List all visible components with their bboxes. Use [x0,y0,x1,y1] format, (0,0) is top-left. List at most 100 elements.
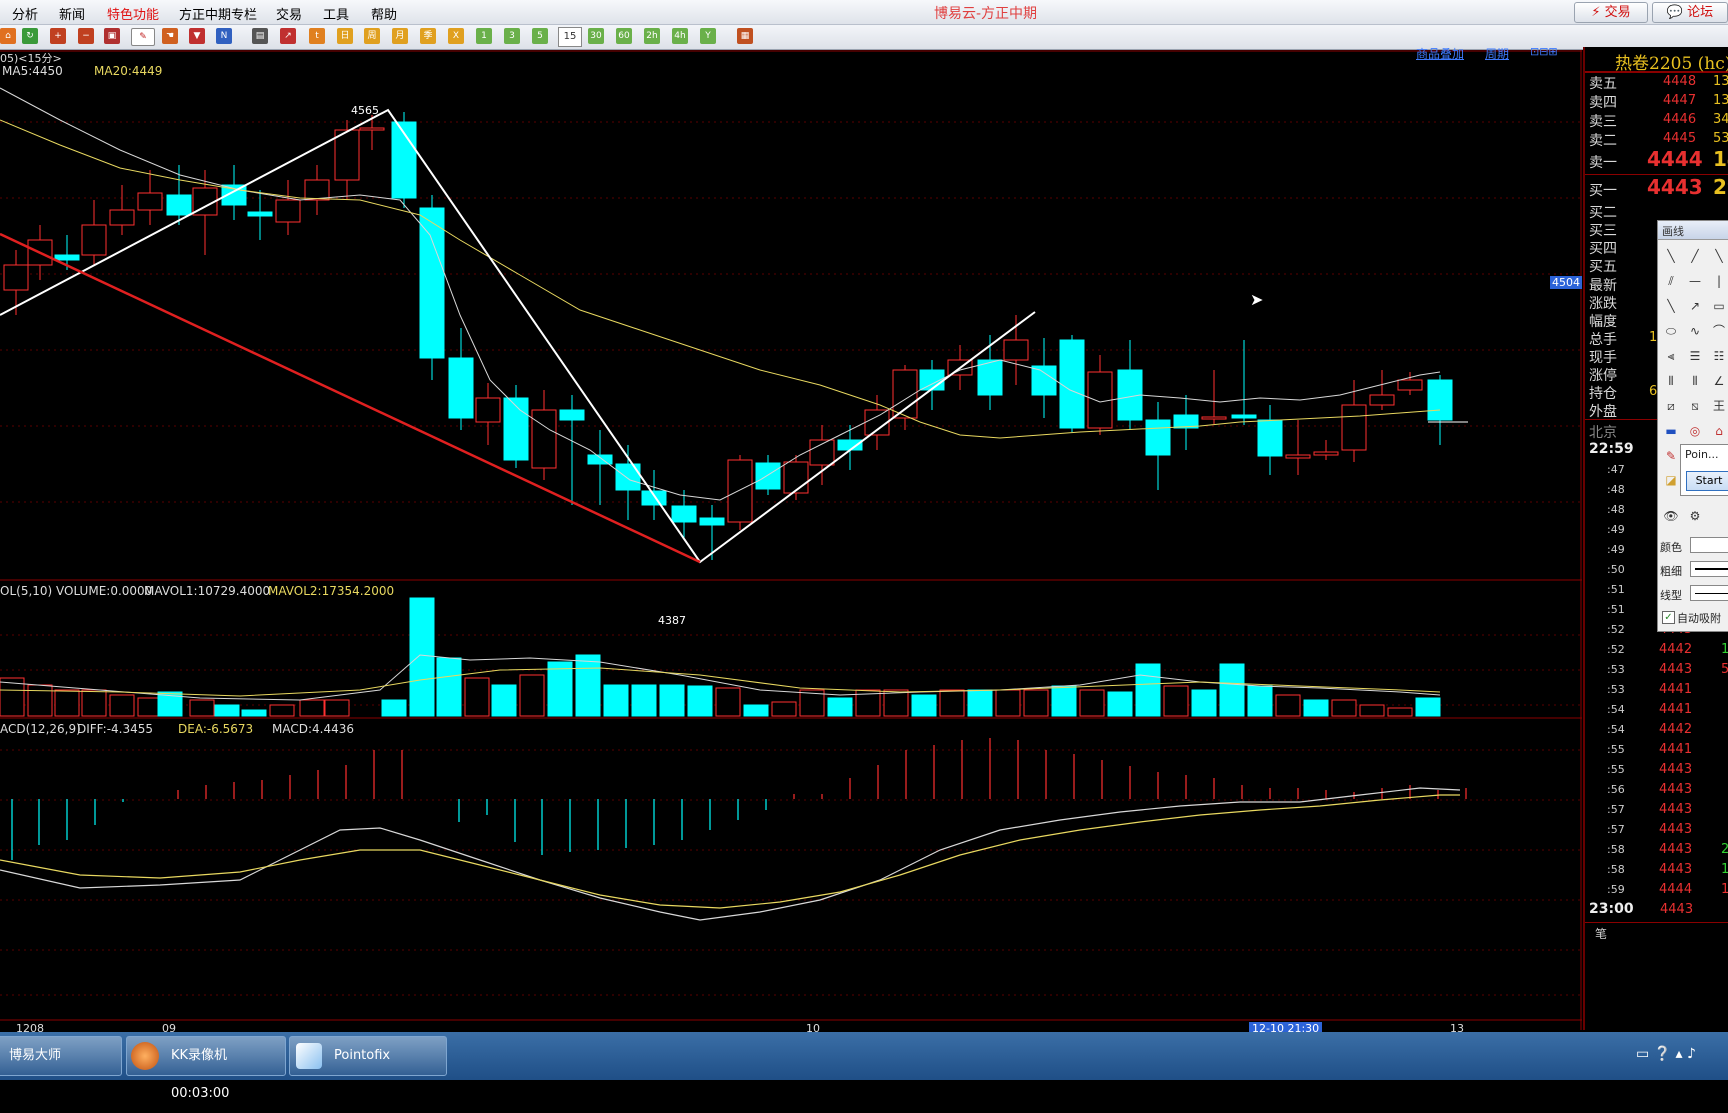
week-icon[interactable]: 周 [364,28,380,44]
line-tool-icon[interactable]: ╲ [1662,247,1680,265]
layout-icon[interactable]: ⊡⊟⊞ [1530,45,1558,58]
multi-icon[interactable]: X [448,28,464,44]
period-15[interactable]: 15 [558,27,582,47]
segment-tool-icon[interactable]: ╲ [1710,247,1728,265]
volume-bar [547,661,573,717]
ray-tool-icon[interactable]: ╱ [1686,247,1704,265]
zoom-in-icon[interactable]: + [50,28,66,44]
vline-tool-icon[interactable]: | [1710,272,1728,290]
cycle-tool-icon[interactable]: ⦀ [1686,372,1704,390]
refresh-icon[interactable]: ↻ [22,28,38,44]
candle-body [3,264,29,291]
ask1-price: 4444 [1647,147,1703,171]
period-tool-icon[interactable]: ⦀ [1662,372,1680,390]
candle-body [641,490,667,506]
thickness-select[interactable] [1690,561,1728,577]
parallel-tool-icon[interactable]: ⫽ [1662,272,1680,290]
wave-tool-icon[interactable]: ∿ [1686,322,1704,340]
angle-tool-icon[interactable]: ∠ [1710,372,1728,390]
volume-bar [967,689,993,717]
pen-draw-icon[interactable]: ✎ [131,28,155,46]
trend-tool-icon[interactable]: ╲ [1662,297,1680,315]
hline-tool-icon[interactable]: — [1686,272,1704,290]
taskbar-item-pointofix[interactable]: Pointofix [289,1036,447,1076]
forum-button[interactable]: 💬 论坛 [1652,2,1728,23]
menu-features[interactable]: 特色功能 [107,4,159,23]
tick-row: :57 4443 [1585,801,1728,819]
cycle-link[interactable]: 周期 [1485,45,1509,62]
fib-tool-icon[interactable]: ⫷ [1662,347,1680,365]
color-select[interactable] [1690,537,1728,553]
kline-chart[interactable] [0,50,1582,1030]
candle-body [419,207,445,359]
rect-tool-icon[interactable]: ▭ [1710,297,1728,315]
filter-icon[interactable]: ▼ [189,28,205,44]
tick-time: :48 [1607,483,1625,496]
zoom-out-icon[interactable]: − [78,28,94,44]
calc-icon[interactable]: ▦ [737,28,753,44]
menu-tools[interactable]: 工具 [323,4,349,23]
window-icon[interactable]: ▣ [104,28,120,44]
tick-icon[interactable]: t [309,28,325,44]
speed-tool-icon[interactable]: ⧅ [1686,397,1704,415]
ruler-tool-icon[interactable]: ▬ [1662,422,1680,440]
period-60[interactable]: 60 [616,28,632,44]
bottom-tab[interactable]: 笔 [1595,925,1607,942]
chart-area[interactable]: 05)<15分> MA5:4450 MA20:4449 商品叠加 周期 ⊡⊟⊞ … [0,45,1582,1035]
table-icon[interactable]: ▤ [252,28,268,44]
gann-tool-icon[interactable]: ⧄ [1662,397,1680,415]
tick-time: :55 [1607,743,1625,756]
period-year[interactable]: Y [700,28,716,44]
menu-column[interactable]: 方正中期专栏 [179,4,257,23]
marker-tool-icon[interactable]: ✎ [1662,447,1680,465]
tray-icons[interactable]: ▭ ❔ ▴ ♪ [1636,1046,1696,1062]
line-chart-icon[interactable]: ↗ [280,28,296,44]
ma5-line [0,87,1441,501]
period-2h[interactable]: 2h [644,28,660,44]
month-icon[interactable]: 月 [392,28,408,44]
linestyle-select[interactable] [1690,585,1728,601]
settings-icon[interactable]: ⚙ [1686,507,1704,525]
season-icon[interactable]: 季 [420,28,436,44]
pointofix-start-button[interactable]: Start [1686,471,1728,491]
trade-button[interactable]: ⚡ 交易 [1574,2,1648,23]
volume-bar [81,689,107,717]
eye-icon[interactable]: 👁 [1662,507,1680,525]
period-5[interactable]: 5 [532,28,548,44]
menu-help[interactable]: 帮助 [371,4,397,23]
overlay-link[interactable]: 商品叠加 [1416,45,1464,62]
taskbar-item-boyi[interactable]: 博易大师 [0,1036,122,1076]
text-tool-icon[interactable]: 王 [1710,397,1728,415]
period-30[interactable]: 30 [588,28,604,44]
taskbar-item-kk[interactable]: KK录像机 00:03:00 [126,1036,286,1101]
taskbar-item-pointofix-label: Pointofix [334,1048,391,1063]
arrow-tool-icon[interactable]: ↗ [1686,297,1704,315]
zigzag-line [0,108,1036,564]
up-arrow-tool-icon[interactable]: ⌂ [1710,422,1728,440]
period-3[interactable]: 3 [504,28,520,44]
arc-tool-icon[interactable]: ⌒ [1710,322,1728,340]
tick-price: 4441 [1659,682,1693,697]
channel-tool-icon[interactable]: ☰ [1686,347,1704,365]
candle-body [615,463,641,491]
home-icon[interactable]: ⌂ [0,28,16,44]
eraser-tool-icon[interactable]: ◪ [1662,471,1680,489]
ellipse-tool-icon[interactable]: ⬭ [1662,322,1680,340]
stat-curhand: 现手 [1589,350,1617,366]
auto-snap-checkbox[interactable]: ✓ [1662,611,1675,624]
candle-body [448,357,474,419]
tick-volume: 2 [1721,842,1728,857]
menu-trade[interactable]: 交易 [276,4,302,23]
day-icon[interactable]: 日 [337,28,353,44]
period-1[interactable]: 1 [476,28,492,44]
period-4h[interactable]: 4h [672,28,688,44]
menu-news[interactable]: 新闻 [59,4,85,23]
volume-bar [27,684,53,717]
menu-analysis[interactable]: 分析 [12,4,38,23]
volume-bar [1275,694,1301,717]
grid-tool-icon[interactable]: ☷ [1710,347,1728,365]
new-icon[interactable]: N [216,28,232,44]
draw-panel-titlebar[interactable]: 画线 [1658,221,1728,240]
hand-icon[interactable]: ☚ [162,28,178,44]
target-tool-icon[interactable]: ◎ [1686,422,1704,440]
